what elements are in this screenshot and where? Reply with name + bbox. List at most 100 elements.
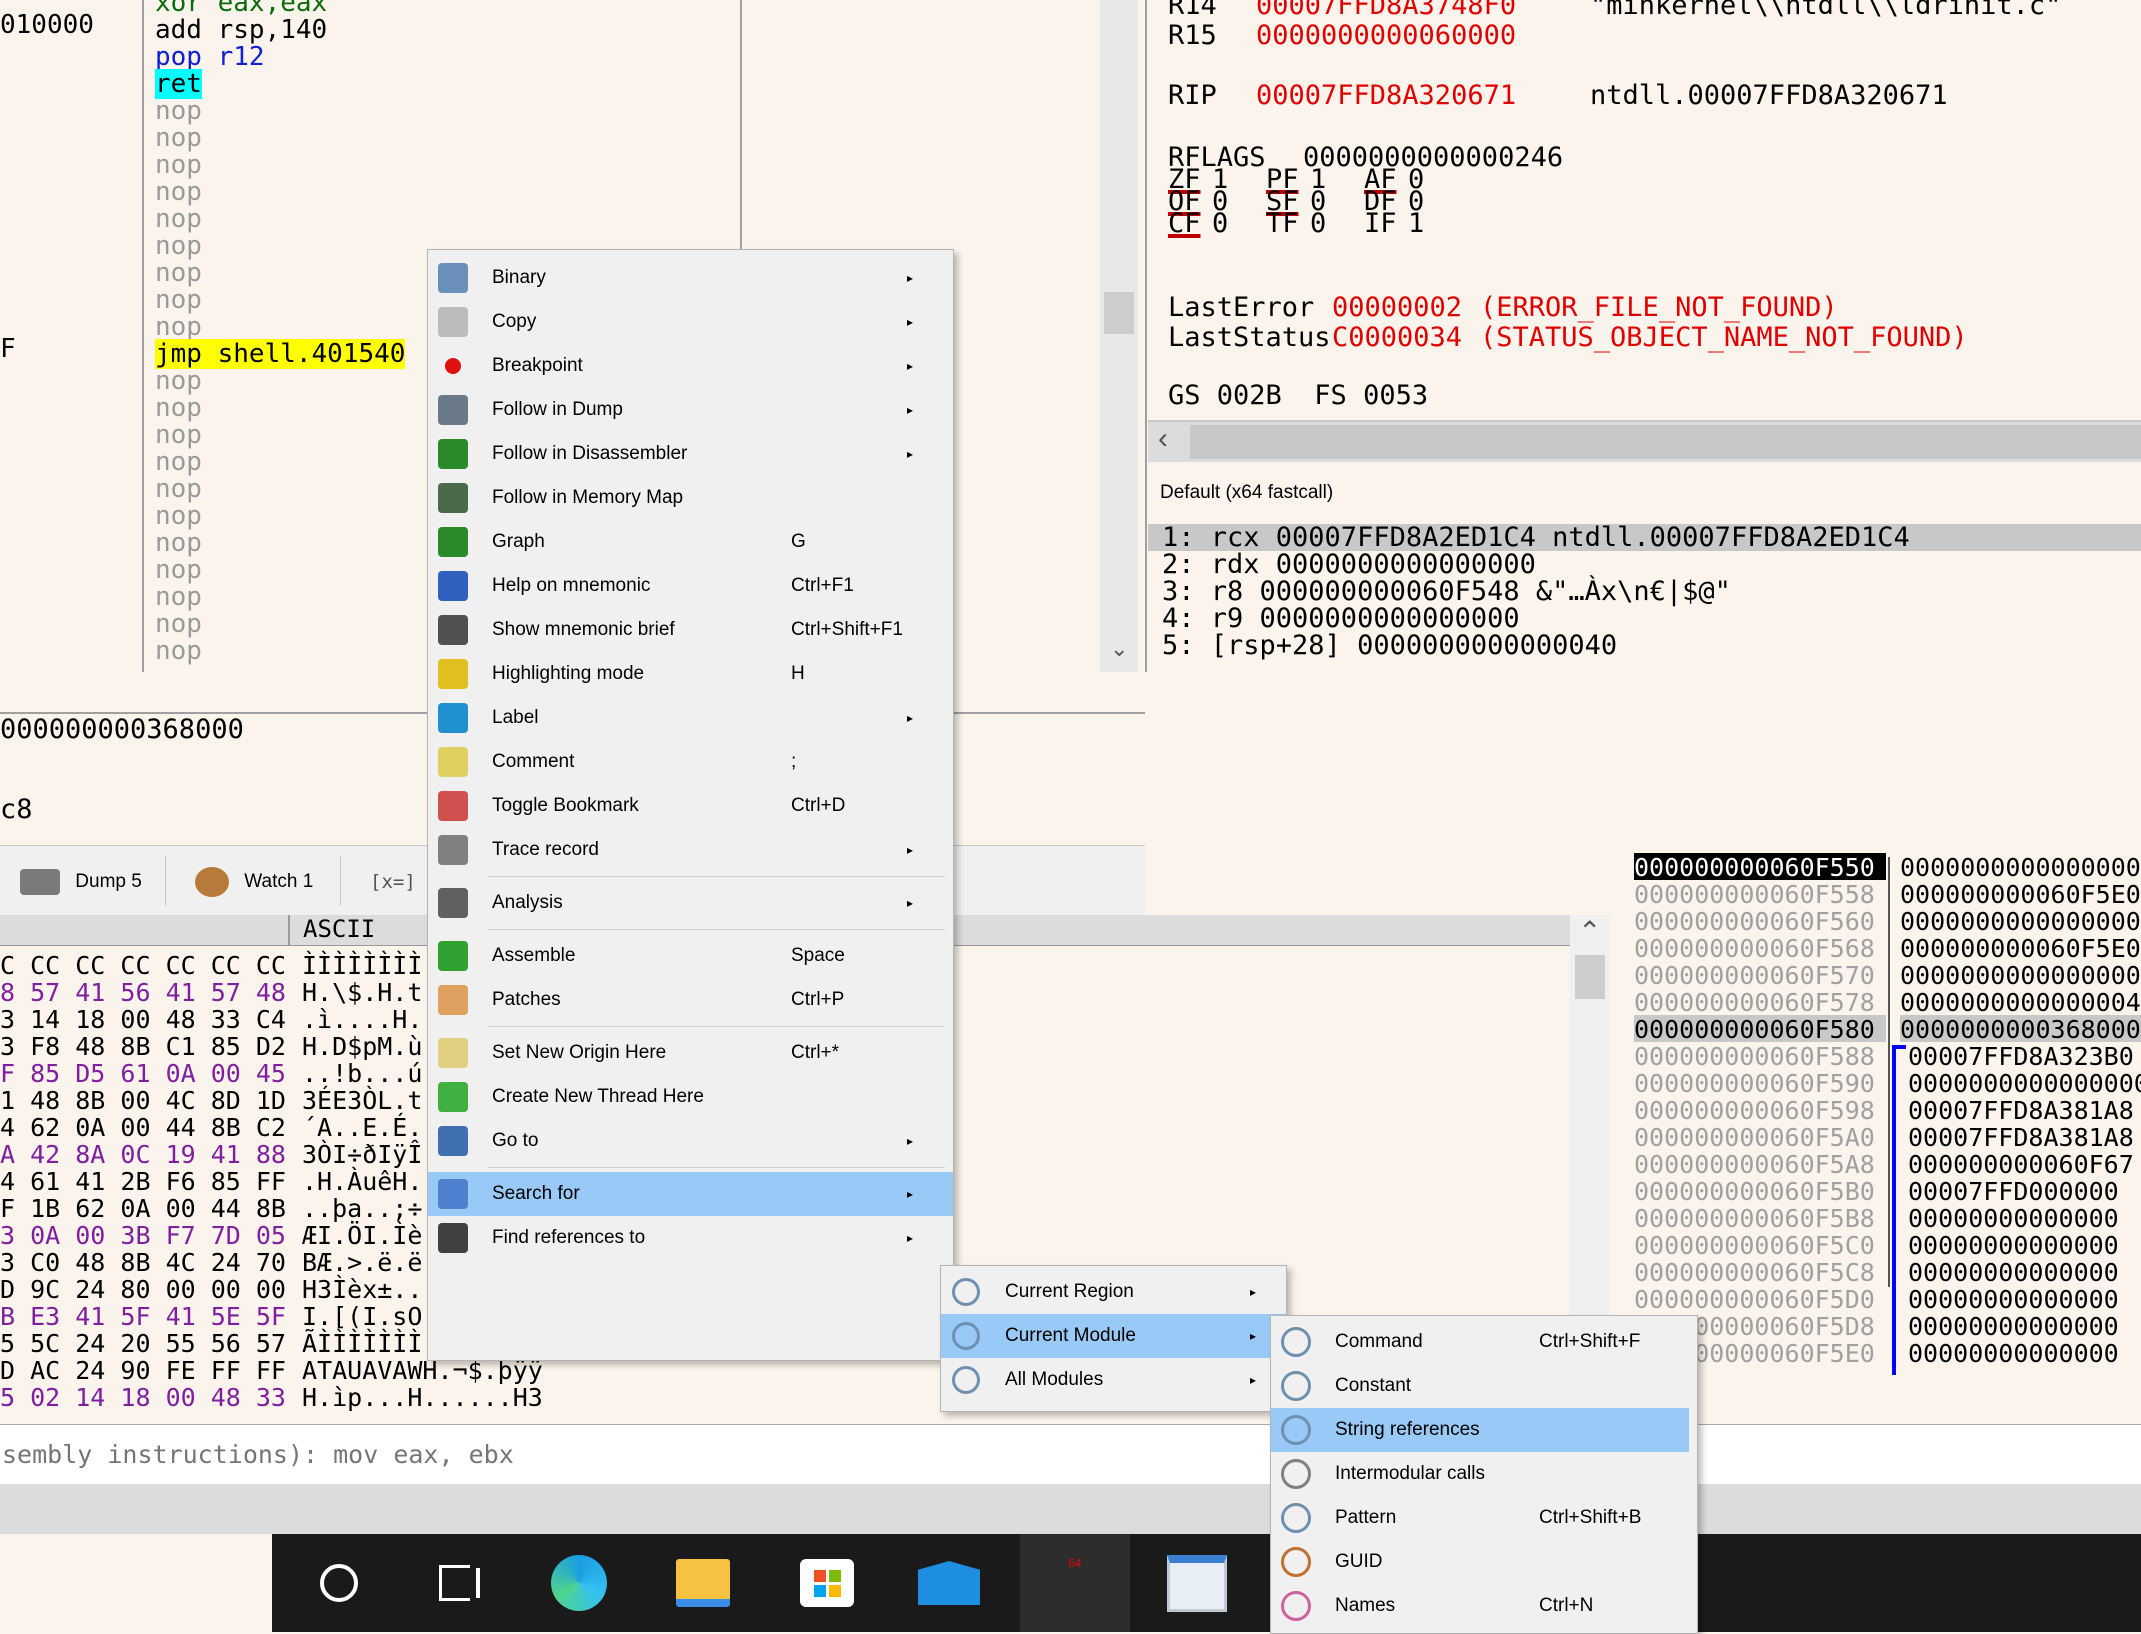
stack-value[interactable]: 0000000000000004: [1900, 988, 2141, 1017]
dump-ascii-row[interactable]: 3ÉE3ÒL.t: [302, 1086, 422, 1115]
argument-row[interactable]: 4: r9 0000000000000000: [1148, 605, 2141, 632]
menu-item-show-mnemonic-brief[interactable]: Show mnemonic brief Ctrl+Shift+F1: [428, 608, 953, 652]
stack-value[interactable]: 00000000000000000: [1908, 1069, 2141, 1098]
menu-item-search-for[interactable]: Search for ▸: [428, 1172, 953, 1216]
dump-hex-row[interactable]: 3 0A 00 3B F7 7D 05: [0, 1221, 286, 1250]
stack-address[interactable]: 000000000060F5B8: [1634, 1204, 1886, 1231]
flag-tf-value[interactable]: 0: [1310, 208, 1326, 239]
menu-item-create-new-thread-here[interactable]: Create New Thread Here: [428, 1075, 953, 1119]
dump-hex-row[interactable]: 1 48 8B 00 4C 8D 1D: [0, 1086, 286, 1115]
dump-ascii-row[interactable]: BÆ.>.ë.ë: [302, 1248, 422, 1277]
store-icon[interactable]: [772, 1534, 882, 1632]
explorer-icon[interactable]: [648, 1534, 758, 1632]
stack-value[interactable]: 000000000060F67: [1908, 1150, 2134, 1179]
register-rflags-value[interactable]: 0000000000000246: [1303, 142, 1563, 173]
lasterror-value[interactable]: 00000002: [1332, 292, 1462, 323]
dump-hex-row[interactable]: 5 5C 24 20 55 56 57: [0, 1329, 286, 1358]
chevron-left-icon[interactable]: ‹: [1158, 422, 1168, 456]
dump-ascii-row[interactable]: ..þa..;÷: [302, 1194, 422, 1223]
menu-item-go-to[interactable]: Go to ▸: [428, 1119, 953, 1163]
instruction-line[interactable]: nop: [155, 557, 405, 584]
dump-ascii-row[interactable]: .ì....H.: [302, 1005, 422, 1034]
stack-value[interactable]: 0000000000368000: [1900, 1015, 2141, 1044]
instruction-line[interactable]: nop: [155, 584, 405, 611]
stack-address[interactable]: 000000000060F578: [1634, 988, 1886, 1015]
current-module-submenu[interactable]: Command Ctrl+Shift+F Constant String refere…: [1270, 1315, 1698, 1634]
instruction-line[interactable]: add rsp,140: [155, 17, 405, 44]
stack-address[interactable]: 000000000060F568: [1634, 934, 1886, 961]
flag-cf-value[interactable]: 0: [1212, 208, 1228, 239]
stack-value[interactable]: 00000000000000: [1908, 1285, 2119, 1314]
dump-ascii-row[interactable]: I.[(I.sO: [302, 1302, 422, 1331]
scroll-thumb[interactable]: [1190, 425, 2141, 459]
menu-item-follow-in-dump[interactable]: Follow in Dump ▸: [428, 388, 953, 432]
dump-ascii-row[interactable]: H.\$.H.t: [302, 978, 422, 1007]
stack-address[interactable]: 000000000060F570: [1634, 961, 1886, 988]
menu-item-highlighting-mode[interactable]: Highlighting mode H: [428, 652, 953, 696]
menu-item-toggle-bookmark[interactable]: Toggle Bookmark Ctrl+D: [428, 784, 953, 828]
instruction-line[interactable]: nop: [155, 449, 405, 476]
register-r14-value[interactable]: 00007FFD8A3748F0: [1256, 0, 1516, 21]
dump-ascii-row[interactable]: H.D$pM.ù: [302, 1032, 422, 1061]
instruction-line[interactable]: nop: [155, 530, 405, 557]
submenu-item-intermodular-calls[interactable]: Intermodular calls: [1271, 1452, 1689, 1496]
instruction-line[interactable]: nop: [155, 287, 405, 314]
stack-value[interactable]: 00007FFD8A381A8: [1908, 1096, 2134, 1125]
dump-hex-row[interactable]: D 9C 24 80 00 00 00: [0, 1275, 286, 1304]
dump-ascii-row[interactable]: ..!b...ú: [302, 1059, 422, 1088]
menu-item-patches[interactable]: Patches Ctrl+P: [428, 978, 953, 1022]
submenu-item-all-modules[interactable]: All Modules ▸: [941, 1358, 1286, 1402]
windows-taskbar[interactable]: 64: [272, 1534, 2141, 1632]
dump-hex-row[interactable]: 3 F8 48 8B C1 85 D2: [0, 1032, 286, 1061]
stack-address[interactable]: 000000000060F5C0: [1634, 1231, 1886, 1258]
stack-address[interactable]: 000000000060F5A8: [1634, 1150, 1886, 1177]
notepad-icon[interactable]: [1142, 1534, 1252, 1632]
menu-item-trace-record[interactable]: Trace record ▸: [428, 828, 953, 872]
stack-value[interactable]: 00000000000000: [1908, 1204, 2119, 1233]
x64dbg-icon[interactable]: 64: [1020, 1534, 1130, 1632]
argument-row[interactable]: 5: [rsp+28] 0000000000000040: [1148, 632, 2141, 659]
menu-item-follow-in-memory-map[interactable]: Follow in Memory Map: [428, 476, 953, 520]
stack-value[interactable]: 00000000000000: [1908, 1231, 2119, 1260]
argument-row[interactable]: 3: r8 000000000060F548 &"…Àx\n€|$@": [1148, 578, 2141, 605]
instruction-line[interactable]: nop: [155, 368, 405, 395]
submenu-item-names[interactable]: Names Ctrl+N: [1271, 1584, 1689, 1628]
submenu-item-command[interactable]: Command Ctrl+Shift+F: [1271, 1320, 1689, 1364]
chevron-down-icon[interactable]: ⌄: [1110, 636, 1128, 662]
stack-value[interactable]: 00000000000000: [1908, 1312, 2119, 1341]
dump-hex-row[interactable]: 3 C0 48 8B 4C 24 70: [0, 1248, 286, 1277]
stack-value[interactable]: 0000000000000000: [1900, 961, 2141, 990]
command-input[interactable]: [0, 1433, 1204, 1475]
argument-row[interactable]: 2: rdx 0000000000000000: [1148, 551, 2141, 578]
call-convention-pane[interactable]: ‹ Default (x64 fastcall) 1: rcx 00007FFD…: [1148, 420, 2141, 842]
flag-if-value[interactable]: 1: [1408, 208, 1424, 239]
menu-item-label[interactable]: Label ▸: [428, 696, 953, 740]
dump-hex-row[interactable]: F 85 D5 61 0A 00 45: [0, 1059, 286, 1088]
context-menu[interactable]: Binary ▸ Copy ▸ Breakpoint ▸ Follow in Dump ▸ Fo…: [427, 249, 954, 1361]
submenu-item-current-region[interactable]: Current Region ▸: [941, 1270, 1286, 1314]
menu-item-find-references-to[interactable]: Find references to ▸: [428, 1216, 953, 1260]
task-view-icon[interactable]: [404, 1534, 514, 1632]
vertical-scrollbar[interactable]: ⌄: [1100, 0, 1138, 672]
stack-address[interactable]: 000000000060F580: [1634, 1015, 1886, 1042]
register-r15-value[interactable]: 0000000000060000: [1256, 20, 1516, 51]
dump-ascii-row[interactable]: ÃÌÌÌÌÌÌÌ: [302, 1329, 422, 1358]
dump-ascii-row[interactable]: ÆI.ÖI.Ìè: [302, 1221, 422, 1250]
menu-item-assemble[interactable]: Assemble Space: [428, 934, 953, 978]
dump-ascii-row[interactable]: H.ìp...H......H3: [302, 1383, 543, 1412]
dump-hex-row[interactable]: F 1B 62 0A 00 44 8B: [0, 1194, 286, 1223]
mail-icon[interactable]: [894, 1534, 1004, 1632]
instruction-line[interactable]: ret: [155, 69, 405, 99]
menu-item-analysis[interactable]: Analysis ▸: [428, 881, 953, 925]
stack-address[interactable]: 000000000060F550: [1634, 853, 1886, 880]
stack-address[interactable]: 000000000060F5B0: [1634, 1177, 1886, 1204]
stack-address[interactable]: 000000000060F588: [1634, 1042, 1886, 1069]
instruction-line[interactable]: nop: [155, 314, 405, 341]
submenu-item-current-module[interactable]: Current Module ▸: [941, 1314, 1286, 1358]
submenu-item-string-references[interactable]: String references: [1271, 1408, 1689, 1452]
stack-address[interactable]: 000000000060F598: [1634, 1096, 1886, 1123]
instruction-list[interactable]: xor eax,eax add rsp,140 pop r12 ret nop nop no…: [155, 0, 406, 665]
dump-ascii-row[interactable]: ´A..E.É.: [302, 1113, 422, 1142]
menu-item-follow-in-disassembler[interactable]: Follow in Disassembler ▸: [428, 432, 953, 476]
stack-address[interactable]: 000000000060F558: [1634, 880, 1886, 907]
